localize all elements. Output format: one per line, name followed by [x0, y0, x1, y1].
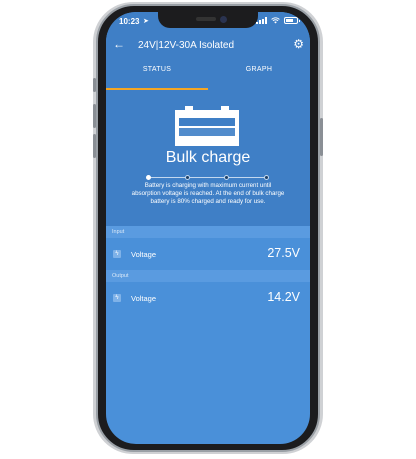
charge-state-panel: Bulk charge Battery is charging with max…	[106, 90, 310, 226]
output-voltage-row: ϟ Voltage 14.2V	[106, 282, 310, 314]
wifi-icon	[271, 17, 280, 24]
bolt-icon: ϟ	[113, 294, 121, 302]
battery-status-icon	[284, 17, 300, 24]
tab-status[interactable]: STATUS	[106, 58, 208, 90]
volume-up-button	[93, 104, 96, 128]
stage-dot	[224, 175, 230, 180]
device-title: 24V|12V-30A Isolated	[138, 40, 235, 51]
back-arrow-icon[interactable]: ←	[112, 37, 126, 51]
input-voltage-value: 27.5V	[267, 246, 300, 260]
front-camera	[220, 16, 227, 23]
input-section-header: Input	[106, 226, 310, 238]
output-section-header: Output	[106, 270, 310, 282]
app-screen: 10:23 ➤ ← 24V|12V-30A Isolated ⚙ STATUS …	[106, 12, 310, 444]
gear-icon[interactable]: ⚙	[293, 37, 304, 51]
location-arrow-icon: ➤	[143, 18, 149, 25]
charge-stage-indicator	[145, 175, 269, 181]
status-bar: 10:23 ➤	[106, 12, 310, 34]
status-time: 10:23	[119, 17, 140, 26]
stage-dot	[263, 175, 269, 180]
input-voltage-label: Voltage	[131, 250, 157, 259]
battery-icon	[175, 106, 239, 146]
status-icons	[256, 17, 300, 24]
charge-state-description: Battery is charging with maximum current…	[131, 182, 285, 206]
bolt-icon: ϟ	[113, 250, 121, 258]
stage-dot	[184, 175, 190, 180]
charge-state-label: Bulk charge	[165, 149, 251, 166]
output-voltage-label: Voltage	[131, 294, 157, 303]
power-button	[320, 118, 323, 156]
app-bar: ← 24V|12V-30A Isolated ⚙	[106, 34, 310, 58]
speaker-grille	[196, 17, 216, 21]
output-voltage-value: 14.2V	[267, 290, 300, 304]
mute-switch	[93, 78, 96, 92]
notch	[158, 12, 258, 28]
input-voltage-row: ϟ Voltage 27.5V	[106, 238, 310, 270]
stage-track	[148, 177, 266, 178]
home-indicator	[172, 432, 244, 435]
stage-dot-current	[145, 175, 151, 180]
volume-down-button	[93, 134, 96, 158]
tab-graph[interactable]: GRAPH	[208, 58, 310, 90]
tab-bar: STATUS GRAPH	[106, 58, 310, 90]
signal-icon	[256, 17, 267, 24]
